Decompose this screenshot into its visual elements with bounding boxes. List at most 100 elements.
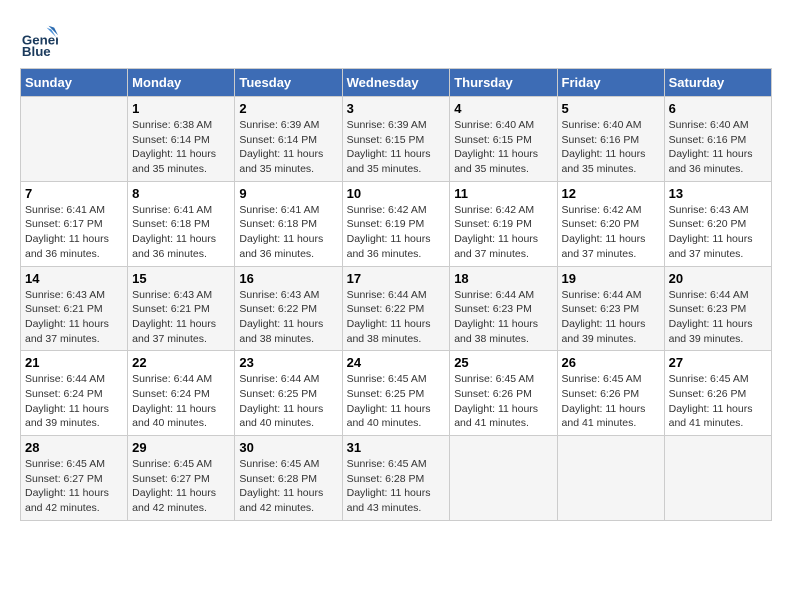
day-cell: 27Sunrise: 6:45 AMSunset: 6:26 PMDayligh… (664, 351, 771, 436)
day-info: Sunrise: 6:41 AMSunset: 6:17 PMDaylight:… (25, 203, 123, 262)
day-cell: 13 Sunrise: 6:43 AMSunset: 6:20 PMDayligh… (664, 181, 771, 266)
day-cell: 17Sunrise: 6:44 AMSunset: 6:22 PMDayligh… (342, 266, 450, 351)
day-info: Sunrise: 6:41 AMSunset: 6:18 PMDaylight:… (239, 203, 337, 262)
day-info: Sunrise: 6:40 AMSunset: 6:16 PMDaylight:… (562, 118, 660, 177)
column-header-sunday: Sunday (21, 69, 128, 97)
day-cell: 18 Sunrise: 6:44 AMSunset: 6:23 PMDayligh… (450, 266, 557, 351)
svg-text:Blue: Blue (22, 44, 51, 58)
week-row-5: 28 Sunrise: 6:45 AMSunset: 6:27 PMDayligh… (21, 436, 772, 521)
day-number: 31 (347, 440, 446, 455)
day-info: Sunrise: 6:45 AMSunset: 6:25 PMDaylight:… (347, 372, 446, 431)
day-cell: 25 Sunrise: 6:45 AMSunset: 6:26 PMDayligh… (450, 351, 557, 436)
day-number: 20 (669, 271, 767, 286)
day-number: 12 (562, 186, 660, 201)
day-number: 26 (562, 355, 660, 370)
day-info: Sunrise: 6:44 AMSunset: 6:25 PMDaylight:… (239, 372, 337, 431)
calendar-table: SundayMondayTuesdayWednesdayThursdayFrid… (20, 68, 772, 521)
day-cell: 1 Sunrise: 6:38 AMSunset: 6:14 PMDaylight… (128, 97, 235, 182)
day-number: 25 (454, 355, 552, 370)
column-header-tuesday: Tuesday (235, 69, 342, 97)
day-cell: 19 Sunrise: 6:44 AMSunset: 6:23 PMDayligh… (557, 266, 664, 351)
column-header-saturday: Saturday (664, 69, 771, 97)
day-cell: 16 Sunrise: 6:43 AMSunset: 6:22 PMDayligh… (235, 266, 342, 351)
column-header-thursday: Thursday (450, 69, 557, 97)
day-number: 22 (132, 355, 230, 370)
day-info: Sunrise: 6:40 AMSunset: 6:15 PMDaylight:… (454, 118, 552, 177)
day-number: 4 (454, 101, 552, 116)
day-cell: 26 Sunrise: 6:45 AMSunset: 6:26 PMDayligh… (557, 351, 664, 436)
calendar-header-row: SundayMondayTuesdayWednesdayThursdayFrid… (21, 69, 772, 97)
day-cell: 28 Sunrise: 6:45 AMSunset: 6:27 PMDayligh… (21, 436, 128, 521)
column-header-wednesday: Wednesday (342, 69, 450, 97)
day-number: 21 (25, 355, 123, 370)
week-row-2: 7 Sunrise: 6:41 AMSunset: 6:17 PMDaylight… (21, 181, 772, 266)
day-cell: 6 Sunrise: 6:40 AMSunset: 6:16 PMDaylight… (664, 97, 771, 182)
day-info: Sunrise: 6:44 AMSunset: 6:23 PMDaylight:… (669, 288, 767, 347)
day-number: 28 (25, 440, 123, 455)
day-cell: 14 Sunrise: 6:43 AMSunset: 6:21 PMDayligh… (21, 266, 128, 351)
day-cell: 9 Sunrise: 6:41 AMSunset: 6:18 PMDaylight… (235, 181, 342, 266)
day-cell: 30Sunrise: 6:45 AMSunset: 6:28 PMDayligh… (235, 436, 342, 521)
day-cell: 29 Sunrise: 6:45 AMSunset: 6:27 PMDayligh… (128, 436, 235, 521)
day-info: Sunrise: 6:44 AMSunset: 6:23 PMDaylight:… (454, 288, 552, 347)
column-header-friday: Friday (557, 69, 664, 97)
day-number: 9 (239, 186, 337, 201)
day-number: 17 (347, 271, 446, 286)
day-cell: 11Sunrise: 6:42 AMSunset: 6:19 PMDayligh… (450, 181, 557, 266)
day-number: 19 (562, 271, 660, 286)
logo: General Blue (20, 20, 62, 58)
day-cell: 21 Sunrise: 6:44 AMSunset: 6:24 PMDayligh… (21, 351, 128, 436)
day-info: Sunrise: 6:39 AMSunset: 6:15 PMDaylight:… (347, 118, 446, 177)
day-info: Sunrise: 6:40 AMSunset: 6:16 PMDaylight:… (669, 118, 767, 177)
day-number: 16 (239, 271, 337, 286)
day-info: Sunrise: 6:44 AMSunset: 6:23 PMDaylight:… (562, 288, 660, 347)
day-info: Sunrise: 6:45 AMSunset: 6:26 PMDaylight:… (562, 372, 660, 431)
week-row-1: 1 Sunrise: 6:38 AMSunset: 6:14 PMDaylight… (21, 97, 772, 182)
day-info: Sunrise: 6:45 AMSunset: 6:27 PMDaylight:… (25, 457, 123, 516)
day-cell: 7 Sunrise: 6:41 AMSunset: 6:17 PMDaylight… (21, 181, 128, 266)
day-cell (664, 436, 771, 521)
day-info: Sunrise: 6:45 AMSunset: 6:28 PMDaylight:… (239, 457, 337, 516)
day-cell: 22 Sunrise: 6:44 AMSunset: 6:24 PMDayligh… (128, 351, 235, 436)
week-row-4: 21 Sunrise: 6:44 AMSunset: 6:24 PMDayligh… (21, 351, 772, 436)
day-cell (450, 436, 557, 521)
day-number: 8 (132, 186, 230, 201)
day-number: 6 (669, 101, 767, 116)
logo-icon: General Blue (20, 20, 58, 58)
day-info: Sunrise: 6:42 AMSunset: 6:19 PMDaylight:… (347, 203, 446, 262)
day-cell: 8 Sunrise: 6:41 AMSunset: 6:18 PMDaylight… (128, 181, 235, 266)
day-number: 23 (239, 355, 337, 370)
day-number: 18 (454, 271, 552, 286)
day-number: 29 (132, 440, 230, 455)
day-cell: 20 Sunrise: 6:44 AMSunset: 6:23 PMDayligh… (664, 266, 771, 351)
day-number: 1 (132, 101, 230, 116)
day-info: Sunrise: 6:43 AMSunset: 6:20 PMDaylight:… (669, 203, 767, 262)
column-header-monday: Monday (128, 69, 235, 97)
day-cell: 3Sunrise: 6:39 AMSunset: 6:15 PMDaylight… (342, 97, 450, 182)
day-info: Sunrise: 6:44 AMSunset: 6:24 PMDaylight:… (132, 372, 230, 431)
day-info: Sunrise: 6:43 AMSunset: 6:21 PMDaylight:… (132, 288, 230, 347)
page-header: General Blue (20, 20, 772, 58)
day-cell: 31Sunrise: 6:45 AMSunset: 6:28 PMDayligh… (342, 436, 450, 521)
day-number: 15 (132, 271, 230, 286)
day-number: 14 (25, 271, 123, 286)
day-cell (557, 436, 664, 521)
day-number: 11 (454, 186, 552, 201)
day-number: 5 (562, 101, 660, 116)
day-number: 10 (347, 186, 446, 201)
day-info: Sunrise: 6:45 AMSunset: 6:26 PMDaylight:… (454, 372, 552, 431)
week-row-3: 14 Sunrise: 6:43 AMSunset: 6:21 PMDayligh… (21, 266, 772, 351)
day-cell: 10 Sunrise: 6:42 AMSunset: 6:19 PMDayligh… (342, 181, 450, 266)
day-cell: 12Sunrise: 6:42 AMSunset: 6:20 PMDayligh… (557, 181, 664, 266)
day-cell: 2Sunrise: 6:39 AMSunset: 6:14 PMDaylight… (235, 97, 342, 182)
day-info: Sunrise: 6:45 AMSunset: 6:27 PMDaylight:… (132, 457, 230, 516)
day-info: Sunrise: 6:45 AMSunset: 6:26 PMDaylight:… (669, 372, 767, 431)
day-info: Sunrise: 6:44 AMSunset: 6:24 PMDaylight:… (25, 372, 123, 431)
day-info: Sunrise: 6:41 AMSunset: 6:18 PMDaylight:… (132, 203, 230, 262)
day-number: 13 (669, 186, 767, 201)
day-info: Sunrise: 6:43 AMSunset: 6:21 PMDaylight:… (25, 288, 123, 347)
day-info: Sunrise: 6:39 AMSunset: 6:14 PMDaylight:… (239, 118, 337, 177)
day-number: 7 (25, 186, 123, 201)
day-info: Sunrise: 6:43 AMSunset: 6:22 PMDaylight:… (239, 288, 337, 347)
day-info: Sunrise: 6:38 AMSunset: 6:14 PMDaylight:… (132, 118, 230, 177)
